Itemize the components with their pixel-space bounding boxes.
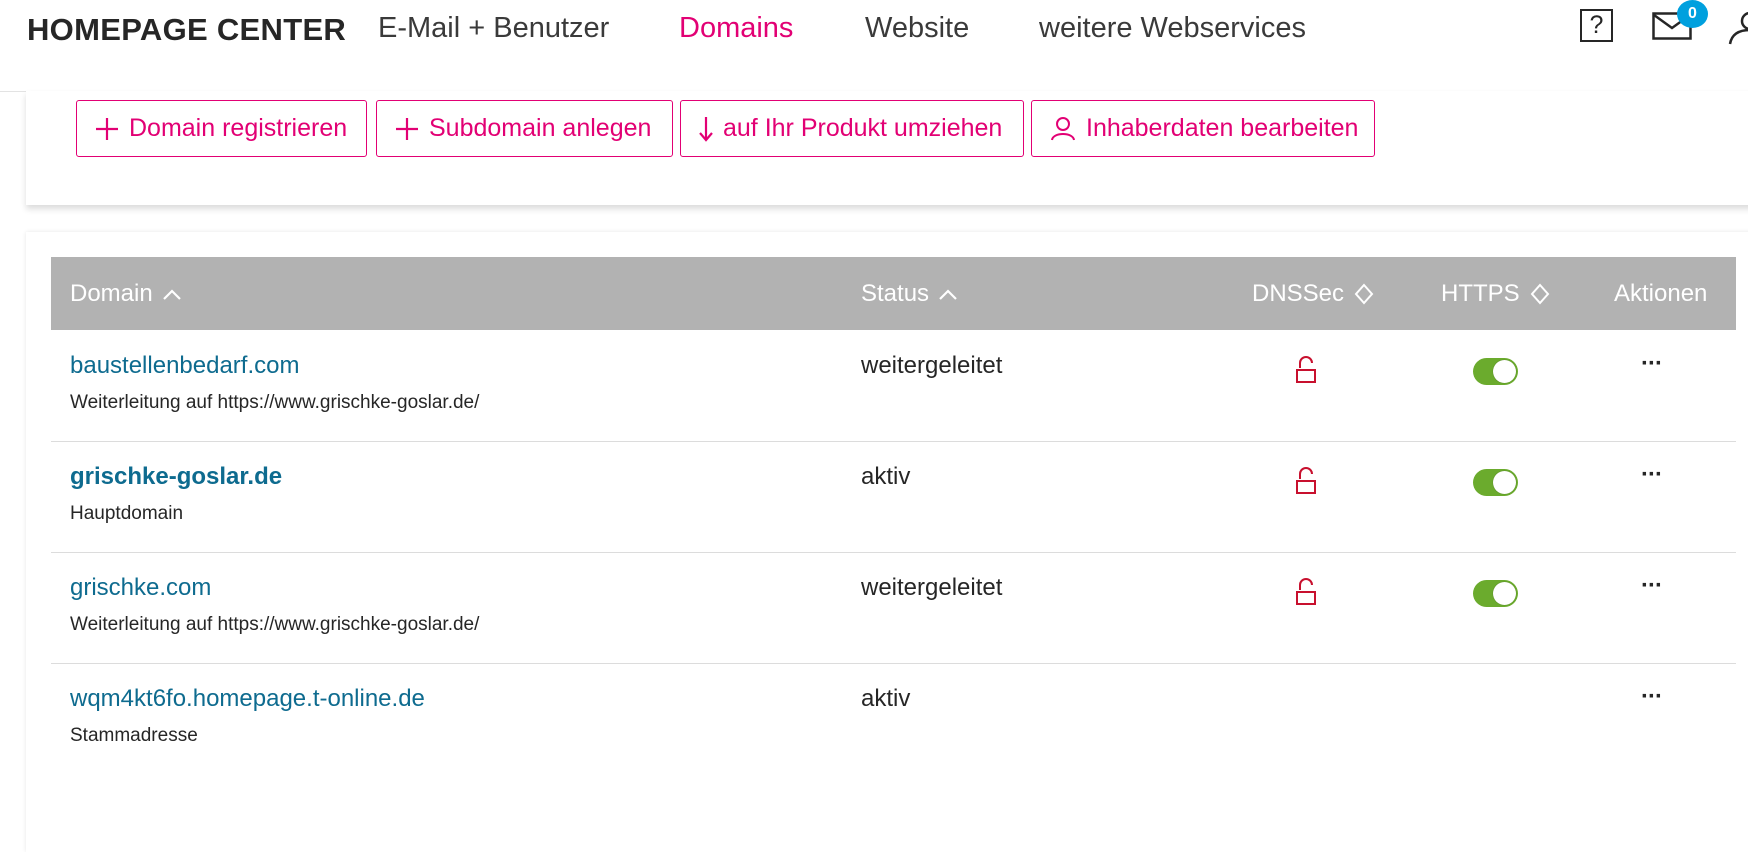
nav-weitere-webservices[interactable]: weitere Webservices (1039, 12, 1306, 45)
nav-website[interactable]: Website (865, 12, 969, 45)
nav-domains[interactable]: Domains (679, 12, 793, 45)
https-toggle[interactable] (1473, 580, 1518, 607)
dnssec-unlocked-icon[interactable] (1294, 578, 1318, 611)
more-actions-icon[interactable]: ··· (1641, 350, 1663, 378)
column-dnssec-label: DNSSec (1252, 279, 1345, 307)
column-status-label: Status (861, 279, 930, 307)
domain-link[interactable]: grischke.com (70, 574, 211, 602)
edit-owner-data-button[interactable]: Inhaberdaten bearbeiten (1031, 100, 1375, 157)
edit-owner-data-label: Inhaberdaten bearbeiten (1086, 114, 1359, 142)
column-actions-label: Aktionen (1614, 279, 1708, 307)
dnssec-unlocked-icon[interactable] (1294, 356, 1318, 389)
mail-count-badge: 0 (1677, 0, 1708, 28)
dnssec-unlocked-icon[interactable] (1294, 467, 1318, 500)
domain-description: Weiterleitung auf https://www.grischke-g… (70, 392, 480, 413)
domain-link[interactable]: wqm4kt6fo.homepage.t-online.de (70, 685, 425, 713)
status-text: weitergeleitet (861, 352, 1003, 379)
domain-description: Stammadresse (70, 725, 198, 746)
column-https-label: HTTPS (1441, 279, 1520, 307)
table-row: baustellenbedarf.com Weiterleitung auf h… (51, 330, 1736, 442)
table-header: Domain Status DNSSec HTTPS Aktionen (51, 257, 1736, 330)
add-subdomain-button[interactable]: Subdomain anlegen (376, 100, 673, 157)
more-actions-icon[interactable]: ··· (1641, 461, 1663, 489)
column-domain-label: Domain (70, 279, 153, 307)
move-to-product-button[interactable]: auf Ihr Produkt umziehen (680, 100, 1024, 157)
user-icon[interactable] (1728, 10, 1748, 46)
table-row: wqm4kt6fo.homepage.t-online.de Stammadre… (51, 663, 1736, 774)
add-subdomain-label: Subdomain anlegen (429, 114, 652, 142)
https-toggle[interactable] (1473, 358, 1518, 385)
domain-link[interactable]: baustellenbedarf.com (70, 352, 299, 380)
status-text: weitergeleitet (861, 574, 1003, 601)
more-actions-icon[interactable]: ··· (1641, 683, 1663, 711)
column-header-dnssec[interactable]: DNSSec (1252, 257, 1374, 330)
https-toggle[interactable] (1473, 469, 1518, 496)
register-domain-button[interactable]: Domain registrieren (76, 100, 367, 157)
plus-icon (396, 117, 418, 140)
domain-description: Hauptdomain (70, 503, 184, 524)
move-to-product-label: auf Ihr Produkt umziehen (723, 114, 1003, 142)
domain-link[interactable]: grischke-goslar.de (70, 463, 282, 491)
column-header-domain[interactable]: Domain (70, 257, 181, 330)
plus-icon (96, 117, 118, 140)
table-row: grischke-goslar.de Hauptdomain aktiv ··· (51, 441, 1736, 553)
nav-email-benutzer[interactable]: E-Mail + Benutzer (378, 12, 609, 45)
register-domain-label: Domain registrieren (129, 114, 348, 142)
column-header-actions: Aktionen (1614, 257, 1707, 330)
help-icon[interactable]: ? (1580, 9, 1613, 42)
sort-ascending-icon (162, 288, 181, 300)
sort-unsorted-icon (1354, 282, 1374, 305)
table-row: grischke.com Weiterleitung auf https://w… (51, 552, 1736, 664)
status-text: aktiv (861, 685, 911, 712)
top-navigation: HOMEPAGE CENTER E-Mail + Benutzer Domain… (0, 0, 1748, 92)
sort-ascending-icon (939, 288, 957, 300)
sort-unsorted-icon (1530, 282, 1550, 305)
brand-title[interactable]: HOMEPAGE CENTER (27, 12, 346, 48)
user-icon (1051, 116, 1075, 140)
column-header-status[interactable]: Status (861, 257, 957, 330)
status-text: aktiv (861, 463, 911, 490)
column-header-https[interactable]: HTTPS (1441, 257, 1550, 330)
more-actions-icon[interactable]: ··· (1641, 572, 1663, 600)
domain-description: Weiterleitung auf https://www.grischke-g… (70, 614, 480, 635)
arrow-down-icon (699, 116, 713, 142)
domain-actions-card: Domain registrieren Subdomain anlegen au… (26, 91, 1748, 205)
